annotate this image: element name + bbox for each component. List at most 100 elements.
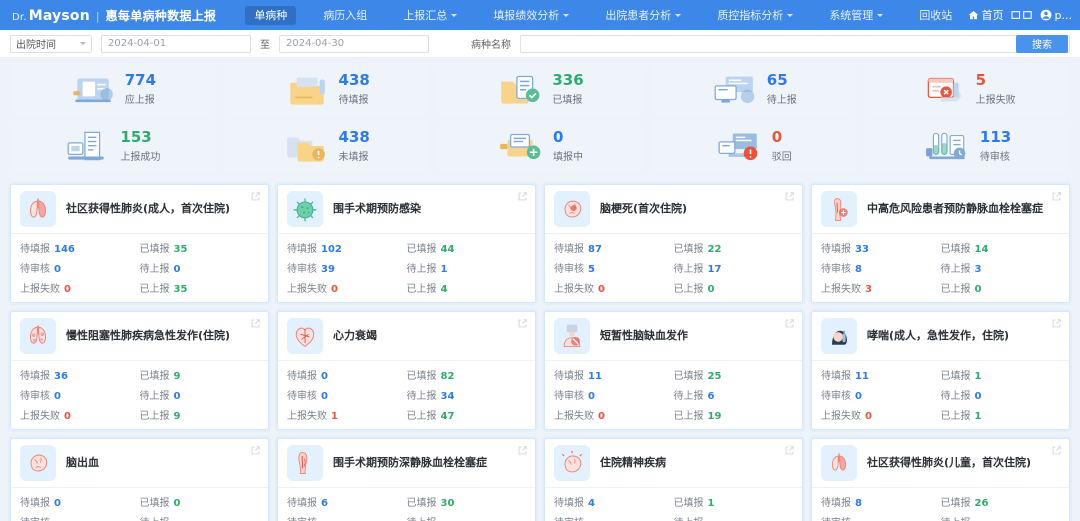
disease-card[interactable]: 哮喘(成人，急性发作，住院)待填报11已填报1待审核0待上报0上报失败0已上报1	[811, 311, 1070, 430]
nav-item-5[interactable]: 质控指标分析	[708, 6, 802, 25]
nav-item-1[interactable]: 病历入组	[314, 6, 376, 25]
external-link-icon[interactable]	[784, 318, 795, 329]
date-type-select[interactable]: 出院时间	[10, 35, 92, 53]
disease-stat-value: 44	[441, 244, 455, 255]
stat-card-待上报[interactable]: 65待上报	[651, 64, 856, 114]
stat-card-待审核[interactable]: 113待审核	[865, 121, 1070, 171]
disease-card[interactable]: 围手术期预防感染待填报102已填报44待审核39待上报1上报失败0已上报4	[277, 184, 536, 303]
stat-card-上报成功[interactable]: 153上报成功	[10, 121, 215, 171]
disease-card[interactable]: 围手术期预防深静脉血栓栓塞症待填报6已填报30待审核待上报上报失败已上报	[277, 438, 536, 521]
disease-stat-value: 0	[64, 411, 71, 422]
disease-card-stats: 待填报0已填报0待审核待上报上报失败已上报	[11, 487, 268, 521]
disease-stat-value: 19	[708, 411, 722, 422]
nav-item-6[interactable]: 系统管理	[820, 6, 892, 25]
cloud-error-icon	[920, 72, 966, 106]
disease-stat-value: 0	[321, 371, 328, 382]
stat-value: 438	[339, 72, 370, 89]
home-icon-button[interactable]: 首页	[968, 7, 1004, 23]
disease-stat-value: 4	[441, 284, 448, 295]
disease-card-grid: 社区获得性肺炎(成人，首次住院)待填报146已填报35待审核0待上报0上报失败0…	[0, 178, 1080, 521]
stat-card-驳回[interactable]: 0驳回	[651, 121, 856, 171]
stat-label: 待上报	[767, 91, 797, 106]
disease-card[interactable]: 慢性阻塞性肺疾病急性发作(住院)待填报36已填报9待审核0待上报0上报失败0已上…	[10, 311, 269, 430]
disease-stat-uploaded: 已上报1	[941, 407, 1061, 422]
external-link-icon[interactable]	[250, 318, 261, 329]
external-link-icon[interactable]	[1051, 318, 1062, 329]
disease-card[interactable]: 中高危风险患者预防静脉血栓栓塞症待填报33已填报14待审核8待上报3上报失败3已…	[811, 184, 1070, 303]
external-link-icon[interactable]	[784, 191, 795, 202]
disease-stat-upload_failed: 上报失败0	[554, 407, 674, 422]
disease-stat-pending_upload: 待上报3	[941, 260, 1061, 275]
disease-stat-pending_upload: 待上报	[407, 514, 527, 521]
stat-label: 填报中	[553, 148, 583, 163]
disease-stat-value: 0	[54, 498, 61, 509]
disease-stat-pending_upload: 待上报6	[674, 387, 794, 402]
heart-icon	[287, 318, 323, 354]
disease-card[interactable]: 脑出血待填报0已填报0待审核待上报上报失败已上报	[10, 438, 269, 521]
disease-card[interactable]: 脑梗死(首次住院)待填报87已填报22待审核5待上报17上报失败0已上报0	[544, 184, 803, 303]
disease-card-stats: 待填报8已填报26待审核待上报上报失败已上报	[812, 487, 1069, 521]
disease-stat-pending_upload: 待上报1	[407, 260, 527, 275]
printer-receipt-icon	[64, 129, 110, 163]
window-controls-icon[interactable]	[1011, 10, 1033, 20]
disease-stat-pending_fill: 待填报33	[821, 240, 941, 255]
disease-card[interactable]: 住院精神疾病待填报4已填报1待审核待上报上报失败已上报	[544, 438, 803, 521]
disease-stat-value: 34	[441, 391, 455, 402]
external-link-icon[interactable]	[517, 445, 528, 456]
disease-stat-label: 待填报	[554, 371, 584, 382]
filter-toolbar: 出院时间 2024-04-01 至 2024-04-30 病种名称 搜索	[0, 30, 1080, 58]
nav-item-label: 质控指标分析	[717, 7, 783, 23]
external-link-icon[interactable]	[784, 445, 795, 456]
disease-card-header: 短暂性脑缺血发作	[545, 312, 802, 360]
external-link-icon[interactable]	[250, 445, 261, 456]
brand-logo[interactable]: Dr. Mayson | 惠每单病种数据上报	[12, 7, 216, 24]
disease-name: 住院精神疾病	[600, 456, 682, 470]
user-avatar[interactable]: p...	[1040, 9, 1072, 22]
lungs-icon	[20, 191, 56, 227]
disease-stat-label: 待填报	[20, 244, 50, 255]
disease-stat-value: 3	[975, 264, 982, 275]
nav-item-0[interactable]: 单病种	[245, 6, 296, 25]
disease-card[interactable]: 短暂性脑缺血发作待填报11已填报25待审核0待上报6上报失败0已上报19	[544, 311, 803, 430]
disease-stat-filled: 已填报35	[140, 240, 260, 255]
disease-stat-pending_fill: 待填报8	[821, 494, 941, 509]
disease-stat-pending_review: 待审核0	[821, 387, 941, 402]
date-end-input[interactable]: 2024-04-30	[279, 35, 429, 53]
disease-stat-uploaded: 已上报0	[941, 280, 1061, 295]
disease-stat-label: 待上报	[140, 264, 170, 275]
disease-stat-filled: 已填报25	[674, 367, 794, 382]
stat-card-未填报[interactable]: 438未填报	[224, 121, 429, 171]
disease-stat-label: 待填报	[821, 498, 851, 509]
disease-stat-value: 0	[855, 391, 862, 402]
disease-name-input[interactable]	[520, 35, 1070, 53]
disease-card[interactable]: 心力衰竭待填报0已填报82待审核0待上报34上报失败1已上报47	[277, 311, 536, 430]
stat-card-上报失败[interactable]: 5上报失败	[865, 64, 1070, 114]
chevron-down-icon	[787, 14, 793, 17]
nav-item-2[interactable]: 上报汇总	[394, 6, 466, 25]
disease-card-cell: 短暂性脑缺血发作待填报11已填报25待审核0待上报6上报失败0已上报19	[540, 307, 807, 434]
nav-item-4[interactable]: 出院患者分析	[596, 6, 690, 25]
external-link-icon[interactable]	[517, 318, 528, 329]
external-link-icon[interactable]	[517, 191, 528, 202]
disease-card[interactable]: 社区获得性肺炎(儿童，首次住院)待填报8已填报26待审核待上报上报失败已上报	[811, 438, 1070, 521]
disease-stat-value: 0	[975, 391, 982, 402]
nav-item-7[interactable]: 回收站	[910, 6, 961, 25]
disease-stat-value: 3	[865, 284, 872, 295]
disease-card[interactable]: 社区获得性肺炎(成人，首次住院)待填报146已填报35待审核0待上报0上报失败0…	[10, 184, 269, 303]
search-button[interactable]: 搜索	[1016, 35, 1068, 53]
stat-label: 应上报	[125, 91, 155, 106]
stat-card-应上报[interactable]: 774应上报	[10, 64, 215, 114]
stat-card-填报中[interactable]: 0填报中	[438, 121, 643, 171]
external-link-icon[interactable]	[250, 191, 261, 202]
disease-stat-label: 已填报	[941, 371, 971, 382]
external-link-icon[interactable]	[1051, 191, 1062, 202]
disease-stat-value: 0	[865, 411, 872, 422]
disease-stat-pending_review: 待审核8	[821, 260, 941, 275]
disease-stat-pending_review: 待审核39	[287, 260, 407, 275]
external-link-icon[interactable]	[1051, 445, 1062, 456]
date-start-input[interactable]: 2024-04-01	[101, 35, 251, 53]
stat-card-待填报[interactable]: 438待填报	[224, 64, 429, 114]
nav-item-3[interactable]: 填报绩效分析	[484, 6, 578, 25]
stat-card-已填报[interactable]: 336已填报	[438, 64, 643, 114]
report-monitor-icon	[69, 72, 115, 106]
